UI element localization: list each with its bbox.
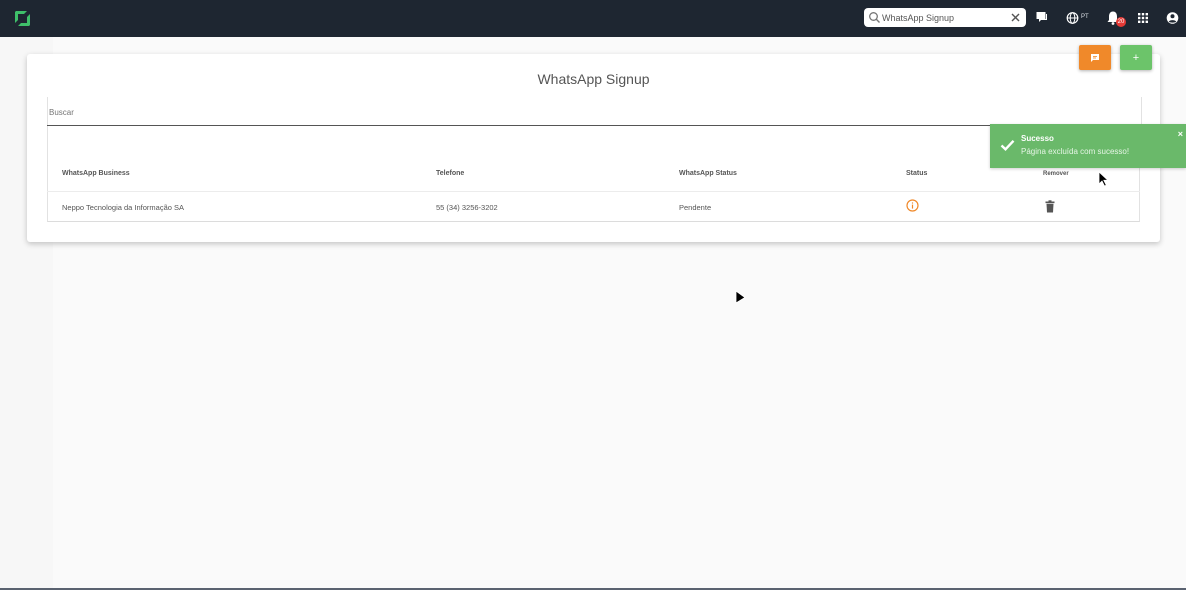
page-title: WhatsApp Signup — [537, 71, 650, 87]
signup-table — [47, 126, 1140, 222]
chat-icon[interactable] — [1036, 10, 1049, 26]
cell-whatsapp-status: Pendente — [679, 203, 712, 212]
info-icon[interactable] — [906, 199, 919, 212]
success-toast: Sucesso Página excluída com sucesso! × — [990, 124, 1186, 168]
search-icon — [869, 12, 880, 23]
global-search-box — [864, 8, 1026, 27]
cell-phone: 55 (34) 3256-3202 — [436, 203, 498, 212]
table-search-row — [47, 97, 1142, 125]
mouse-cursor-icon — [1098, 171, 1110, 187]
cell-business: Neppo Tecnologia da Informação SA — [62, 203, 185, 212]
column-header-business[interactable]: WhatsApp Business — [62, 170, 130, 177]
column-header-whatsapp-status[interactable]: WhatsApp Status — [679, 170, 737, 177]
global-search-input[interactable] — [882, 9, 1004, 26]
column-header-phone[interactable]: Telefone — [436, 170, 464, 177]
top-navbar: PT 20 — [0, 0, 1186, 37]
plus-icon: + — [1132, 51, 1140, 64]
mouse-cursor-icon — [735, 290, 746, 304]
table-header-divider — [47, 191, 1140, 192]
notification-badge: 20 — [1116, 17, 1126, 27]
toast-message: Página excluída com sucesso! — [1021, 147, 1130, 156]
app-logo-icon[interactable] — [12, 8, 33, 29]
add-button[interactable]: + — [1120, 45, 1152, 70]
toast-title: Sucesso — [1021, 134, 1054, 143]
message-icon — [1091, 53, 1099, 62]
chat-fab-button[interactable] — [1079, 45, 1111, 70]
language-label[interactable]: PT — [1081, 14, 1089, 20]
toast-close-button[interactable]: × — [1178, 129, 1183, 139]
column-header-remove[interactable]: Remover — [1043, 171, 1069, 177]
trash-icon[interactable] — [1045, 200, 1055, 213]
table-search-input[interactable] — [49, 105, 449, 119]
clear-search-icon[interactable] — [1010, 12, 1021, 23]
user-account-icon[interactable] — [1166, 10, 1179, 26]
globe-icon[interactable] — [1066, 10, 1079, 26]
column-header-status[interactable]: Status — [906, 170, 927, 177]
check-icon — [1000, 139, 1015, 151]
apps-grid-icon[interactable] — [1137, 10, 1149, 26]
